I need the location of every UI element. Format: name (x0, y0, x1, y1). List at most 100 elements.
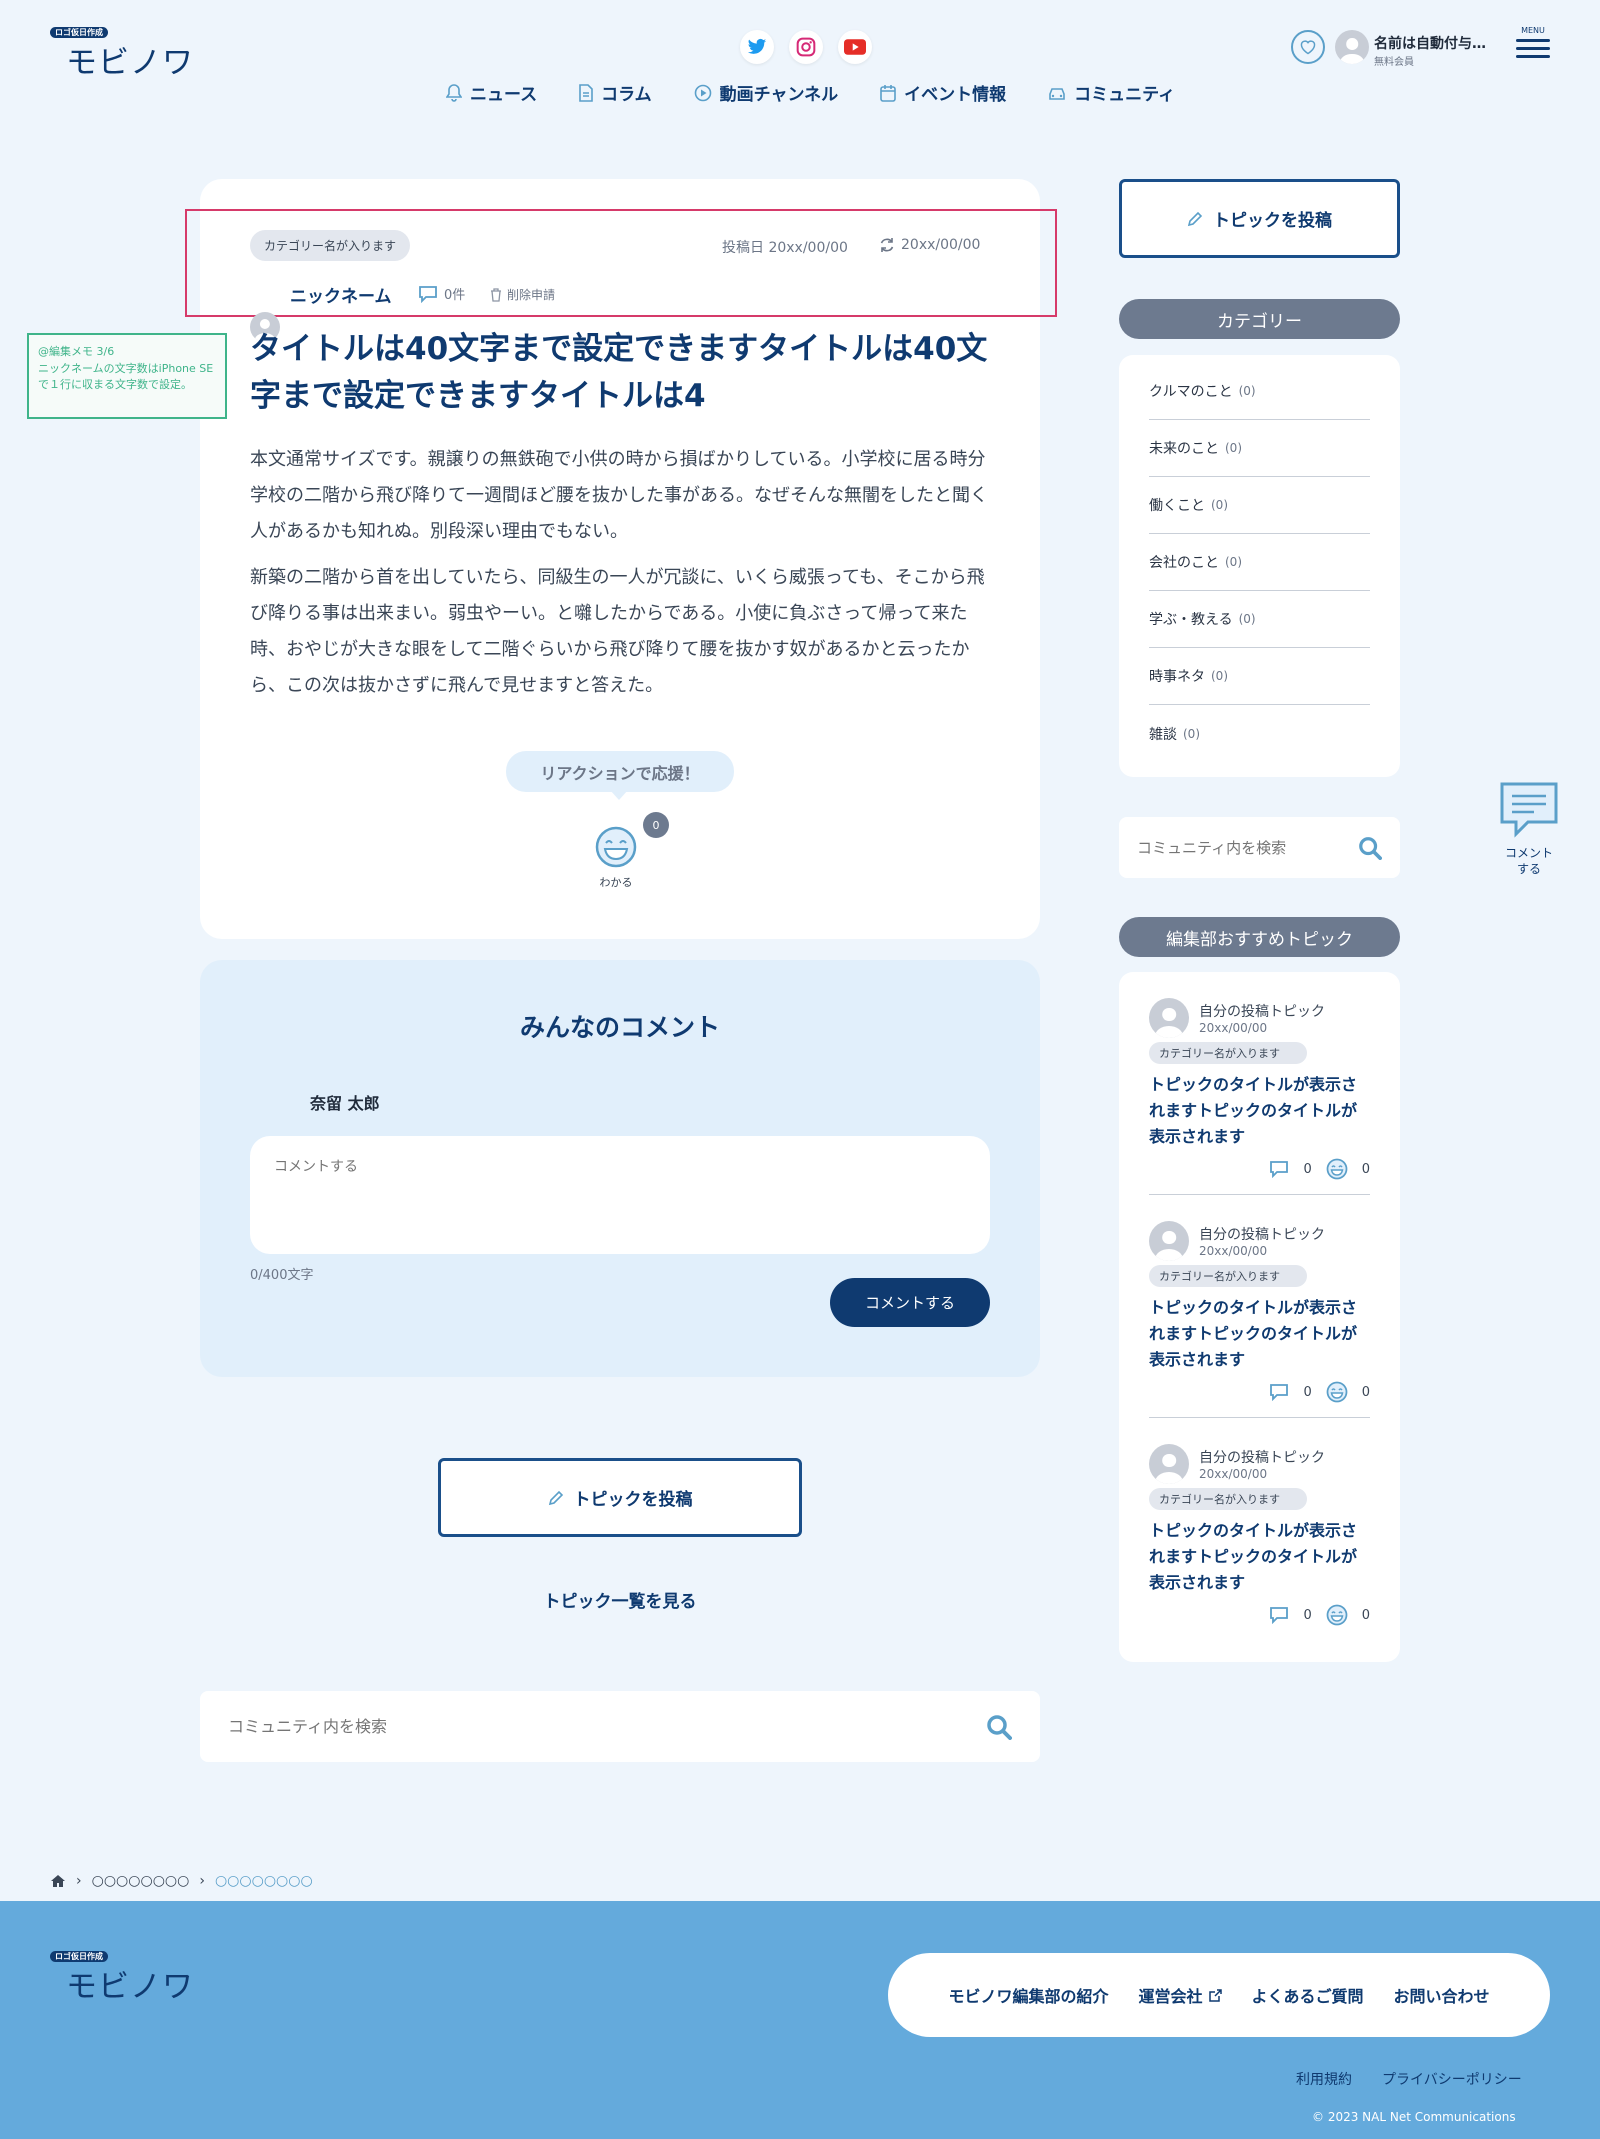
search-icon[interactable] (986, 1714, 1012, 1740)
nav-news[interactable]: ニュース (446, 80, 537, 105)
category-item[interactable]: 雑談 (0) (1149, 705, 1370, 762)
home-icon[interactable] (50, 1874, 66, 1888)
nav-column-label: コラム (601, 85, 652, 105)
reaction-prompt-tail (610, 790, 628, 800)
footer-link-contact[interactable]: お問い合わせ (1394, 1983, 1490, 2007)
nav-events-label: イベント情報 (904, 85, 1007, 105)
nav-community[interactable]: コミュニティ (1048, 80, 1175, 105)
updated-date: 20xx/00/00 (901, 237, 981, 253)
recommended-topic[interactable]: 自分の投稿トピック 20xx/00/00 カテゴリー名が入ります トピックのタイ… (1149, 972, 1370, 1195)
sidebar-post-topic-label: トピックを投稿 (1213, 211, 1332, 231)
editor-note-text: ニックネームの文字数はiPhone SEで１行に収まる文字数で設定。 (38, 361, 214, 392)
twitter-icon[interactable] (740, 30, 774, 64)
author-nickname[interactable]: ニックネーム (290, 282, 392, 307)
topic-title: トピックのタイトルが表示されますトピックのタイトルが表示されます (1149, 1298, 1358, 1369)
user-info[interactable]: 名前は自動付与… 無料会員 (1374, 33, 1496, 68)
topic-date: 20xx/00/00 (1199, 1467, 1268, 1481)
play-icon (694, 84, 711, 101)
delete-request-link[interactable]: 削除申請 (490, 286, 555, 303)
footer-link-faq[interactable]: よくあるご質問 (1252, 1983, 1364, 2007)
terms-link[interactable]: 利用規約 (1296, 2069, 1352, 2089)
comment-icon (419, 285, 437, 303)
user-name: 名前は自動付与… (1374, 36, 1486, 52)
footer-legal: 利用規約 プライバシーポリシー (1296, 2069, 1522, 2089)
topic-date: 20xx/00/00 (1199, 1021, 1268, 1035)
updated-date-group: 20xx/00/00 (879, 237, 980, 253)
reaction-prompt: リアクションで応援！ (506, 751, 734, 792)
breadcrumb-item[interactable]: ○○○○○○○○ (92, 1873, 190, 1889)
article-paragraph: 新築の二階から首を出していたら、同級生の一人が冗談に、いくら威張っても、そこから… (250, 567, 985, 696)
recommend-heading: 編集部おすすめトピック (1119, 917, 1400, 957)
category-item[interactable]: クルマのこと (0) (1149, 363, 1370, 420)
site-logo[interactable]: ロゴ仮日作成 モビノワ (50, 20, 194, 82)
footer-link-about[interactable]: モビノワ編集部の紹介 (948, 1983, 1108, 2007)
topic-date: 20xx/00/00 (1199, 1244, 1268, 1258)
topic-author-avatar (1149, 998, 1189, 1038)
floating-comment-button[interactable]: コメントする (1498, 780, 1560, 877)
nav-column[interactable]: コラム (579, 80, 652, 105)
laughing-face-icon (1326, 1604, 1348, 1626)
footer-logo[interactable]: ロゴ仮日作成 モビノワ (50, 1944, 194, 2006)
topic-list-link[interactable]: トピック一覧を見る (438, 1587, 802, 1612)
topic-author: 自分の投稿トピック (1199, 1227, 1325, 1243)
footer-links: モビノワ編集部の紹介 運営会社 よくあるご質問 お問い合わせ (888, 1953, 1550, 2037)
topic-author: 自分の投稿トピック (1199, 1004, 1325, 1020)
user-avatar[interactable] (1335, 30, 1369, 64)
bell-icon (446, 83, 462, 102)
category-item[interactable]: 未来のこと (0) (1149, 420, 1370, 477)
recommended-topic[interactable]: 自分の投稿トピック 20xx/00/00 カテゴリー名が入ります トピックのタイ… (1149, 1418, 1370, 1640)
privacy-link[interactable]: プライバシーポリシー (1382, 2069, 1522, 2089)
commenter-name: 奈留 太郎 (310, 1094, 380, 1113)
sidebar-search-bar (1119, 817, 1400, 878)
article-category-tag[interactable]: カテゴリー名が入ります (250, 230, 411, 261)
instagram-icon[interactable] (789, 30, 823, 64)
menu-button[interactable]: MENU (1516, 26, 1550, 58)
topic-title: トピックのタイトルが表示されますトピックのタイトルが表示されます (1149, 1521, 1358, 1592)
search-icon[interactable] (1358, 836, 1382, 860)
sidebar-post-topic-button[interactable]: トピックを投稿 (1119, 179, 1400, 258)
trash-icon (491, 287, 501, 302)
pencil-icon (1187, 211, 1203, 226)
topic-category: カテゴリー名が入ります (1149, 1042, 1307, 1064)
youtube-icon[interactable] (838, 30, 872, 64)
speech-bubble-icon (1500, 782, 1558, 838)
main-nav: ニュース コラム 動画チャンネル イベント情報 コミュニティ (446, 80, 1175, 105)
comment-count-group[interactable]: 0件 (418, 284, 465, 303)
category-heading: カテゴリー (1119, 299, 1400, 339)
topic-comment-count: 0 (1303, 1607, 1312, 1623)
category-item[interactable]: 会社のこと (0) (1149, 534, 1370, 591)
nav-news-label: ニュース (470, 85, 538, 105)
hamburger-icon (1516, 39, 1550, 58)
sidebar-search-input[interactable] (1137, 838, 1337, 857)
laughing-face-icon (1326, 1158, 1348, 1180)
footer-logo-text: モビノワ (66, 1969, 194, 2005)
laughing-face-icon (1326, 1381, 1348, 1403)
pencil-icon (548, 1490, 563, 1505)
article-paragraph: 本文通常サイズです。親譲りの無鉄砲で小供の時から損ばかりしている。小学校に居る時… (250, 449, 988, 542)
topic-title: トピックのタイトルが表示されますトピックのタイトルが表示されます (1149, 1075, 1358, 1146)
comment-submit-button[interactable]: コメントする (830, 1278, 990, 1327)
main-search-input[interactable] (228, 1717, 928, 1736)
heart-icon (1300, 40, 1316, 55)
logo-text: モビノワ (66, 45, 194, 81)
category-item[interactable]: 時事ネタ (0) (1149, 648, 1370, 705)
comment-input[interactable] (250, 1136, 990, 1254)
laughing-face-icon (595, 826, 637, 868)
post-topic-label: トピックを投稿 (573, 1490, 693, 1510)
chevron-right-icon: › (76, 1873, 82, 1889)
comment-char-count: 0/400文字 (250, 1268, 314, 1283)
nav-video[interactable]: 動画チャンネル (694, 80, 838, 105)
recommended-topic[interactable]: 自分の投稿トピック 20xx/00/00 カテゴリー名が入ります トピックのタイ… (1149, 1195, 1370, 1418)
comment-count: 0件 (444, 288, 466, 303)
category-item[interactable]: 学ぶ・教える (0) (1149, 591, 1370, 648)
post-topic-button[interactable]: トピックを投稿 (438, 1458, 802, 1537)
nav-events[interactable]: イベント情報 (880, 80, 1006, 105)
favorite-button[interactable] (1291, 30, 1325, 64)
article-body: 本文通常サイズです。親譲りの無鉄砲で小供の時から損ばかりしている。小学校に居る時… (250, 442, 990, 704)
reaction-button[interactable] (594, 825, 638, 873)
article-title: タイトルは40文字まで設定できますタイトルは40文字まで設定できますタイトルは4 (250, 331, 988, 414)
category-item[interactable]: 働くこと (0) (1149, 477, 1370, 534)
comment-icon (1270, 1161, 1289, 1178)
topic-author: 自分の投稿トピック (1199, 1450, 1325, 1466)
footer-link-company[interactable]: 運営会社 (1138, 1983, 1222, 2007)
